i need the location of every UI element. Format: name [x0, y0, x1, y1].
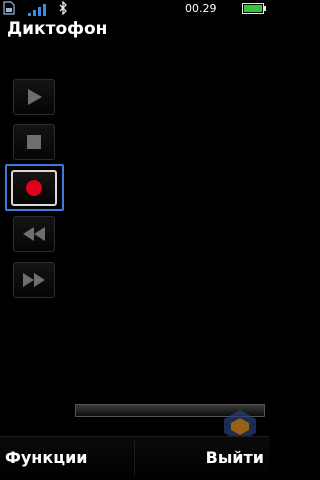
fast-forward-icon — [23, 273, 45, 287]
fast-forward-button[interactable] — [13, 262, 55, 298]
record-button[interactable] — [11, 170, 57, 206]
sim-icon — [3, 1, 15, 15]
signal-icon — [28, 4, 46, 16]
clock: 00.29 — [185, 2, 217, 15]
rewind-icon — [23, 227, 45, 241]
stop-button[interactable] — [13, 124, 55, 160]
status-bar: 00.29 — [0, 0, 270, 18]
exit-softkey[interactable]: Выйти — [206, 448, 264, 468]
app-title: Диктофон — [7, 19, 108, 39]
battery-icon — [242, 3, 266, 14]
stop-icon — [27, 135, 41, 149]
play-icon — [28, 89, 42, 105]
rewind-button[interactable] — [13, 216, 55, 252]
record-icon — [26, 180, 42, 196]
bluetooth-icon — [59, 1, 67, 15]
options-softkey[interactable]: Функции — [5, 448, 88, 468]
softkey-divider — [134, 440, 135, 476]
play-button[interactable] — [13, 79, 55, 115]
